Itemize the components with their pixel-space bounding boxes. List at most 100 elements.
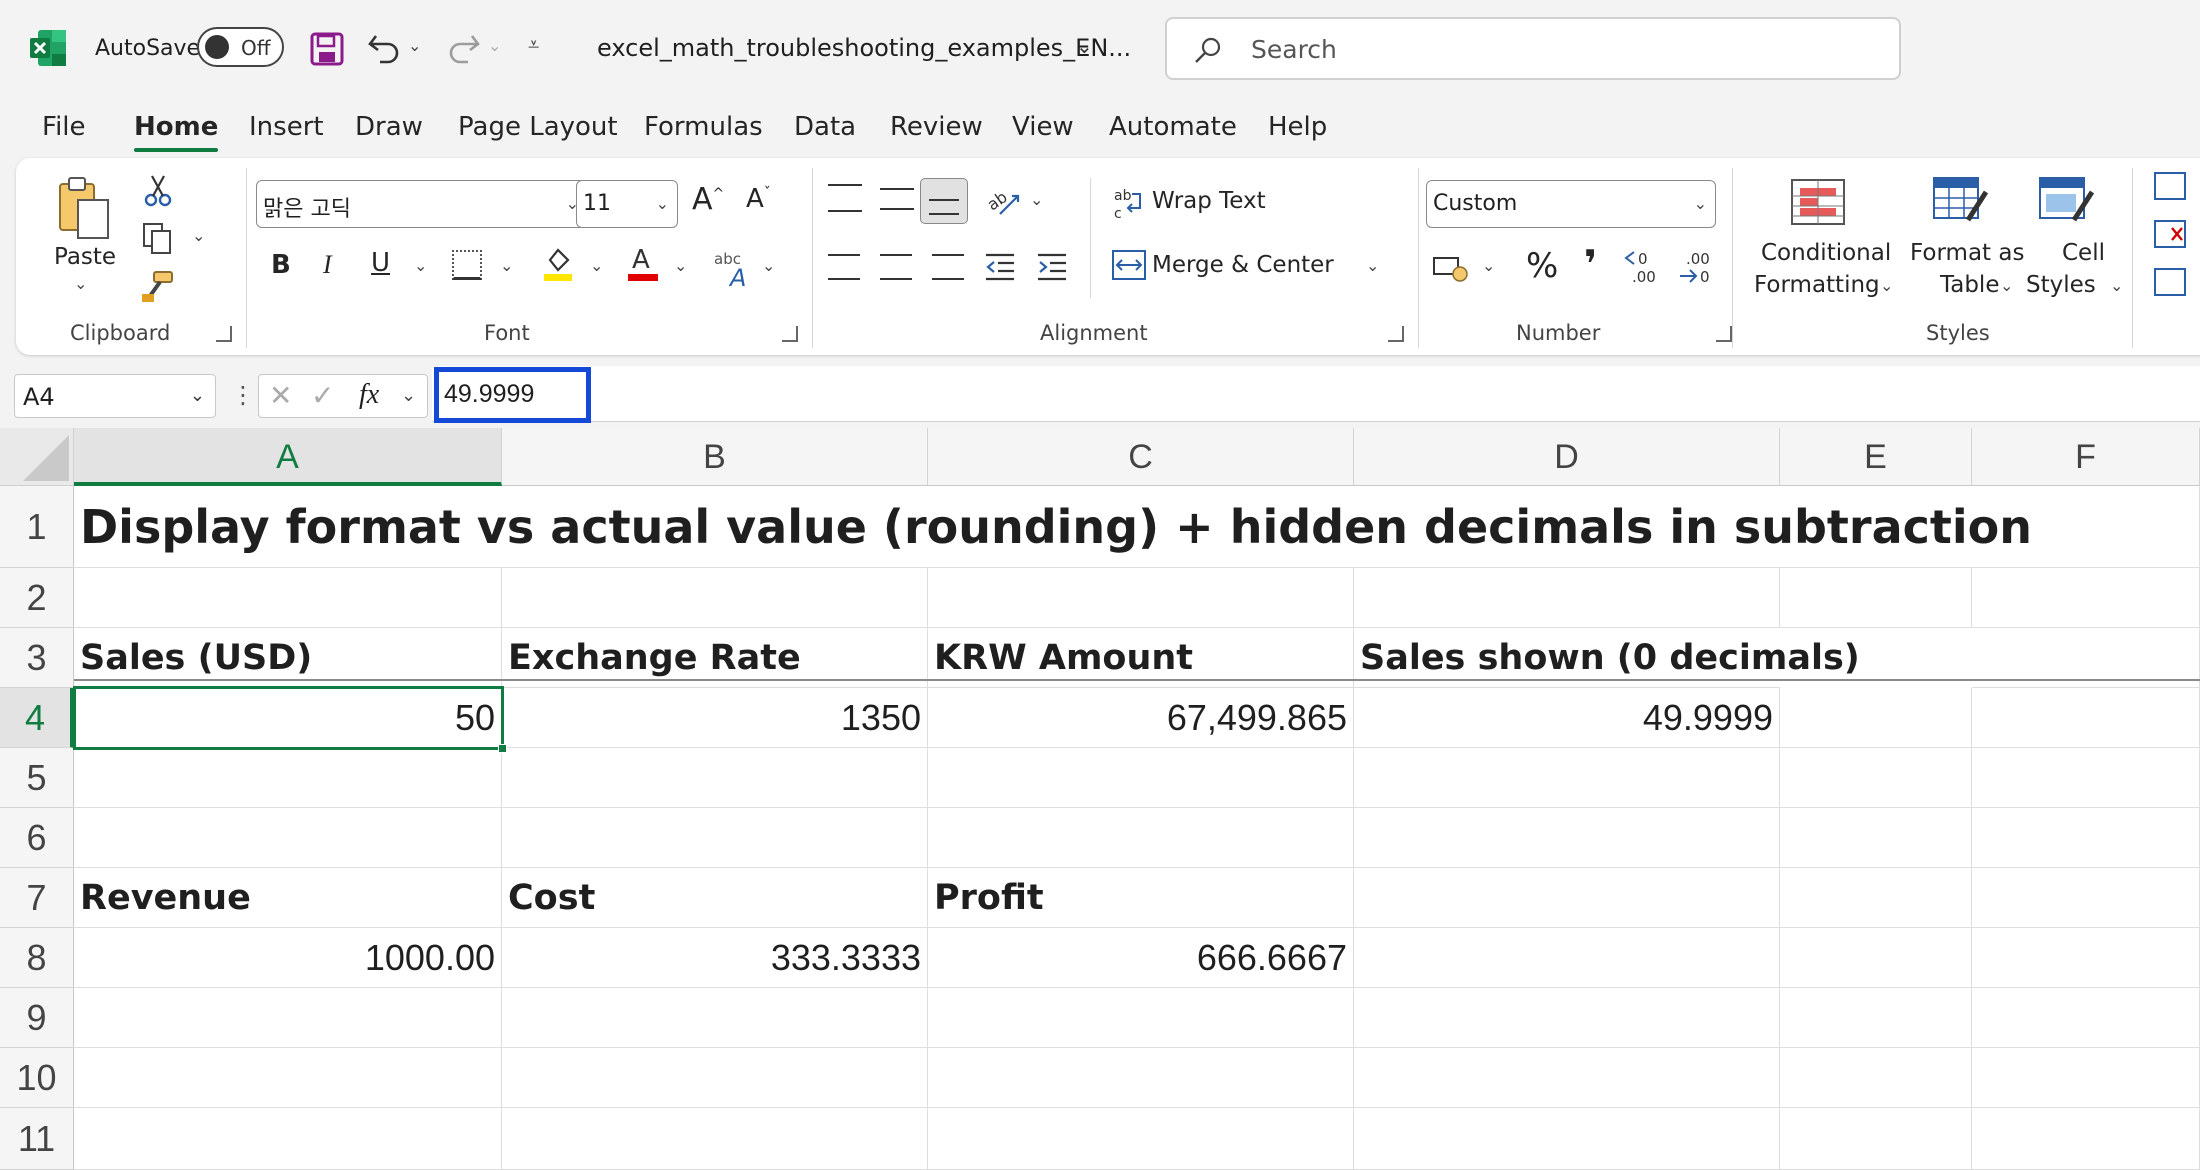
row-header-2[interactable]: 2 xyxy=(0,568,74,628)
align-left-icon[interactable] xyxy=(828,254,860,280)
column-header-f[interactable]: F xyxy=(1972,428,2200,486)
save-icon[interactable] xyxy=(310,32,344,66)
format-cells-icon[interactable] xyxy=(2154,268,2186,296)
alignment-launcher-icon[interactable] xyxy=(1388,326,1404,342)
merge-center-button[interactable]: Merge & Center xyxy=(1152,252,1334,278)
decrease-decimal-icon[interactable]: .00 0 xyxy=(1676,248,1716,286)
decrease-indent-icon[interactable] xyxy=(984,252,1016,282)
cell-d7[interactable] xyxy=(1354,868,1780,928)
cell-b6[interactable] xyxy=(502,808,928,868)
cell-a8[interactable]: 1000.00 xyxy=(74,928,502,988)
cell-d10[interactable] xyxy=(1354,1048,1780,1108)
cell-a9[interactable] xyxy=(74,988,502,1048)
cell-f4[interactable] xyxy=(1972,688,2200,748)
cell-a11[interactable] xyxy=(74,1108,502,1170)
orientation-icon[interactable]: ab xyxy=(983,184,1020,218)
cell-f7[interactable] xyxy=(1972,868,2200,928)
tab-page-layout[interactable]: Page Layout xyxy=(458,112,618,142)
bottom-align-icon[interactable] xyxy=(920,178,968,224)
cell-b5[interactable] xyxy=(502,748,928,808)
search-box[interactable]: Search xyxy=(1165,17,1901,80)
row-header-9[interactable]: 9 xyxy=(0,988,74,1048)
conditional-formatting-label-1[interactable]: Conditional xyxy=(1761,240,1891,266)
cell-b8[interactable]: 333.3333 xyxy=(502,928,928,988)
cell-e5[interactable] xyxy=(1780,748,1972,808)
merge-center-icon[interactable] xyxy=(1112,250,1146,280)
name-box[interactable]: A4 ⌄ xyxy=(14,374,216,418)
cancel-icon[interactable]: ✕ xyxy=(269,379,292,412)
copy-icon[interactable] xyxy=(140,220,176,256)
number-launcher-icon[interactable] xyxy=(1716,326,1732,342)
borders-icon[interactable] xyxy=(452,250,482,280)
increase-decimal-icon[interactable]: 0.00 xyxy=(1622,248,1662,286)
cell-b10[interactable] xyxy=(502,1048,928,1108)
chevron-down-icon[interactable]: ⌄ xyxy=(401,385,416,406)
cell-a5[interactable] xyxy=(74,748,502,808)
borders-dropdown-icon[interactable]: ⌄ xyxy=(500,256,513,275)
tab-data[interactable]: Data xyxy=(794,112,856,142)
cell-a7[interactable]: Revenue xyxy=(74,868,502,928)
row-header-3[interactable]: 3 xyxy=(0,628,74,688)
insert-cells-icon[interactable] xyxy=(2154,172,2186,200)
cell-c10[interactable] xyxy=(928,1048,1354,1108)
tab-home[interactable]: Home xyxy=(134,112,219,152)
cell-c8[interactable]: 666.6667 xyxy=(928,928,1354,988)
tab-insert[interactable]: Insert xyxy=(249,112,324,142)
fill-color-dropdown-icon[interactable]: ⌄ xyxy=(590,256,603,275)
cell-d2[interactable] xyxy=(1354,568,1780,628)
cell-b11[interactable] xyxy=(502,1108,928,1170)
cell-c7[interactable]: Profit xyxy=(928,868,1354,928)
phonetic-dropdown-icon[interactable]: ⌄ xyxy=(762,256,775,275)
chevron-down-icon[interactable]: ⌄ xyxy=(1076,34,1093,58)
cell-b2[interactable] xyxy=(502,568,928,628)
tab-formulas[interactable]: Formulas xyxy=(644,112,763,142)
cell-d8[interactable] xyxy=(1354,928,1780,988)
middle-align-icon[interactable] xyxy=(880,188,914,210)
cell-f11[interactable] xyxy=(1972,1108,2200,1170)
row-header-7[interactable]: 7 xyxy=(0,868,74,928)
underline-dropdown-icon[interactable]: ⌄ xyxy=(414,256,427,275)
clipboard-launcher-icon[interactable] xyxy=(216,326,232,342)
cell-e8[interactable] xyxy=(1780,928,1972,988)
copy-dropdown-icon[interactable]: ⌄ xyxy=(192,226,205,245)
cell-f2[interactable] xyxy=(1972,568,2200,628)
cell-c9[interactable] xyxy=(928,988,1354,1048)
row-header-4[interactable]: 4 xyxy=(0,688,74,748)
cell-e4[interactable] xyxy=(1780,688,1972,748)
cell-f8[interactable] xyxy=(1972,928,2200,988)
cell-d5[interactable] xyxy=(1354,748,1780,808)
select-all-button[interactable] xyxy=(0,428,74,486)
tab-file[interactable]: File xyxy=(42,112,86,142)
formula-input[interactable]: 49.9999 xyxy=(432,366,2200,422)
cell-e7[interactable] xyxy=(1780,868,1972,928)
cell-a2[interactable] xyxy=(74,568,502,628)
bold-button[interactable]: B xyxy=(271,250,291,280)
grow-font-button[interactable]: A^ xyxy=(692,182,724,217)
delete-cells-icon[interactable] xyxy=(2154,220,2186,248)
cell-b9[interactable] xyxy=(502,988,928,1048)
cell-c4[interactable]: 67,499.865 xyxy=(928,688,1354,748)
customize-toolbar-icon[interactable]: ⩡ xyxy=(528,32,539,56)
cell-c2[interactable] xyxy=(928,568,1354,628)
font-color-dropdown-icon[interactable]: ⌄ xyxy=(674,256,687,275)
autosave-toggle[interactable]: Off xyxy=(197,27,284,67)
cell-e6[interactable] xyxy=(1780,808,1972,868)
format-as-table-label-1[interactable]: Format as xyxy=(1910,240,2024,266)
enter-icon[interactable]: ✓ xyxy=(311,379,334,412)
cell-e9[interactable] xyxy=(1780,988,1972,1048)
format-as-table-icon[interactable] xyxy=(1932,176,1990,228)
cell-b4[interactable]: 1350 xyxy=(502,688,928,748)
cell-d6[interactable] xyxy=(1354,808,1780,868)
paste-dropdown-icon[interactable]: ⌄ xyxy=(74,274,87,293)
wrap-text-button[interactable]: Wrap Text xyxy=(1152,188,1266,214)
redo-dropdown-icon[interactable]: ⌄ xyxy=(488,36,501,55)
row-header-11[interactable]: 11 xyxy=(0,1108,74,1170)
row-header-6[interactable]: 6 xyxy=(0,808,74,868)
increase-indent-icon[interactable] xyxy=(1036,252,1068,282)
font-launcher-icon[interactable] xyxy=(782,326,798,342)
undo-icon[interactable] xyxy=(366,30,402,66)
tab-view[interactable]: View xyxy=(1012,112,1074,142)
cell-styles-icon[interactable] xyxy=(2038,176,2096,228)
orientation-dropdown-icon[interactable]: ⌄ xyxy=(1030,190,1043,209)
wrap-text-icon[interactable]: ab c xyxy=(1114,186,1144,222)
